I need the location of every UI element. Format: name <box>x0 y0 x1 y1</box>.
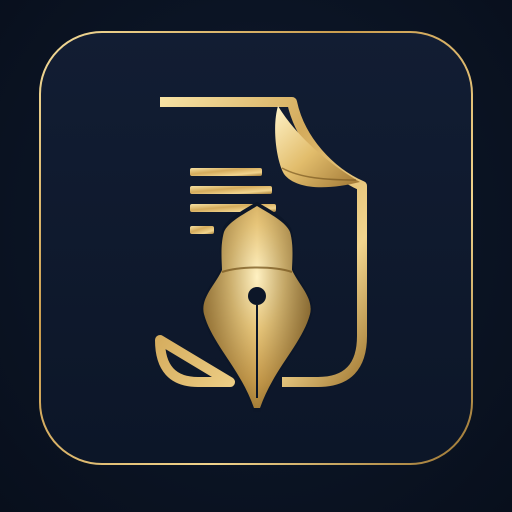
app-icon <box>39 31 473 465</box>
nib-breather-hole <box>248 287 266 305</box>
nib-slit <box>256 305 258 398</box>
app-icon-canvas <box>0 0 512 512</box>
